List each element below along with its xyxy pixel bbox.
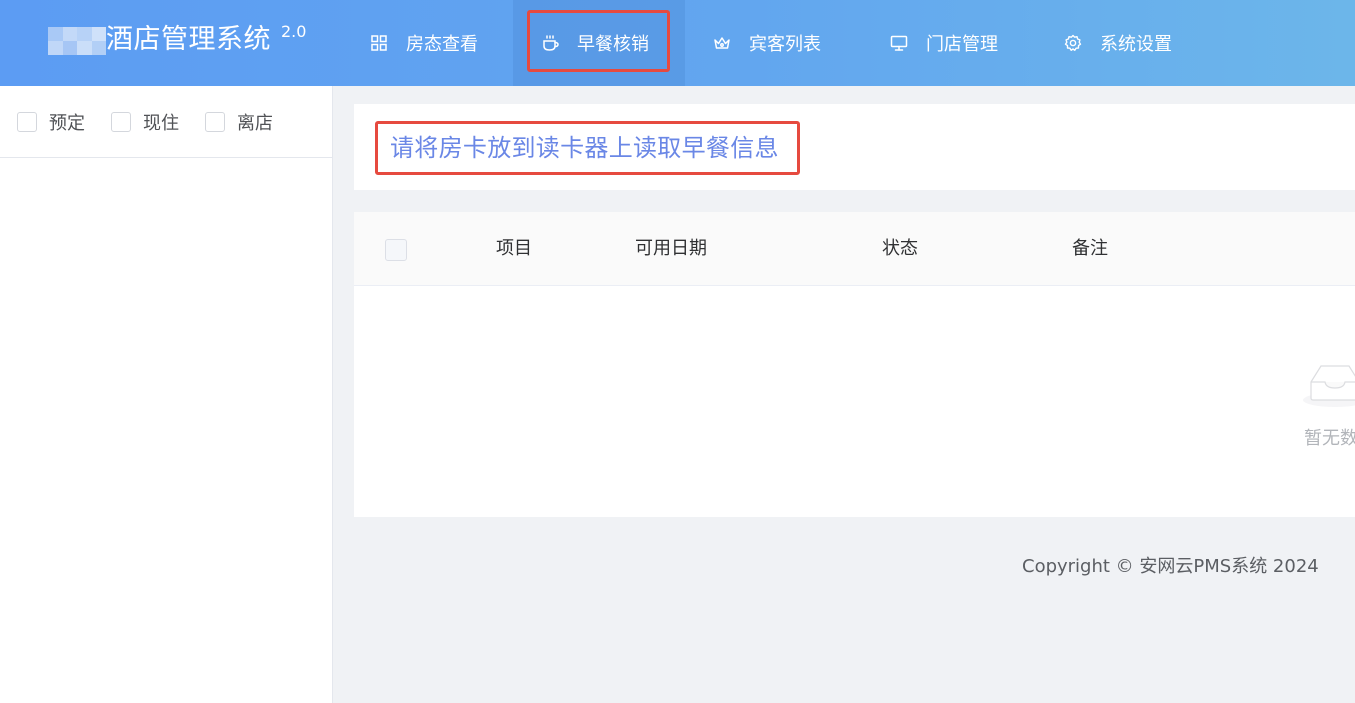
- sidebar: 预定 现住 离店: [0, 86, 333, 703]
- filter-label: 现住: [143, 112, 179, 134]
- nav-item-guest-list[interactable]: 宾客列表: [685, 0, 856, 86]
- status-filters: 预定 现住 离店: [0, 86, 332, 158]
- filter-checkbox[interactable]: [205, 111, 225, 132]
- nav-item-system-settings[interactable]: 系统设置: [1028, 0, 1208, 86]
- monitor-icon: [890, 34, 908, 52]
- nav-item-store-management[interactable]: 门店管理: [856, 0, 1028, 86]
- redacted-logo: [48, 27, 106, 55]
- column-header-remark: 备注: [1072, 238, 1108, 259]
- nav-label: 房态查看: [406, 34, 478, 55]
- filter-checked-out[interactable]: 离店: [205, 109, 273, 135]
- empty-box-icon: [1299, 352, 1355, 412]
- empty-state-text: 暂无数据: [1304, 428, 1355, 449]
- app-title: 酒店管理系统: [106, 24, 271, 55]
- nav-item-room-status[interactable]: 房态查看: [350, 0, 513, 86]
- column-header-status: 状态: [882, 238, 918, 259]
- filter-label: 离店: [237, 112, 273, 134]
- nav-label: 系统设置: [1100, 34, 1172, 55]
- nav-label: 早餐核销: [577, 34, 649, 55]
- read-card-prompt: 请将房卡放到读卡器上读取早餐信息: [390, 134, 779, 162]
- nav-label: 门店管理: [926, 34, 998, 55]
- table-header: 项目 可用日期 状态 备注: [354, 212, 1355, 286]
- main-nav: 房态查看 早餐核销 宾客列表 门店管理 系统设置: [350, 0, 1208, 86]
- filter-in-house[interactable]: 现住: [111, 109, 179, 135]
- brand: 酒店管理系统 2.0: [48, 18, 306, 62]
- nav-label: 宾客列表: [749, 34, 821, 55]
- select-all-checkbox[interactable]: [385, 239, 407, 261]
- top-header: 酒店管理系统 2.0 房态查看 早餐核销 宾客列表 门店管理 系统设置: [0, 0, 1355, 86]
- column-header-item: 项目: [496, 238, 532, 259]
- gear-icon: [1064, 34, 1082, 52]
- notice-card: 请将房卡放到读卡器上读取早餐信息: [354, 104, 1355, 190]
- coffee-cup-icon: [541, 34, 559, 52]
- breakfast-table: 项目 可用日期 状态 备注 暂无数据: [354, 212, 1355, 517]
- filter-reserved[interactable]: 预定: [17, 109, 85, 135]
- grid-icon: [370, 34, 388, 52]
- crown-icon: [713, 34, 731, 52]
- filter-checkbox[interactable]: [17, 111, 37, 132]
- column-header-available-date: 可用日期: [635, 238, 707, 259]
- nav-item-breakfast[interactable]: 早餐核销: [513, 0, 685, 86]
- copyright-footer: Copyright © 安网云PMS系统 2024: [1022, 556, 1319, 577]
- filter-checkbox[interactable]: [111, 111, 131, 132]
- app-version: 2.0: [281, 22, 307, 41]
- filter-label: 预定: [49, 112, 85, 134]
